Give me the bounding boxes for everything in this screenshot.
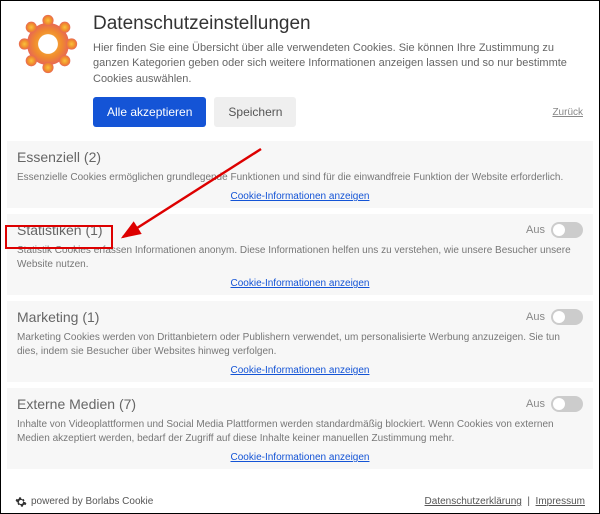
brand-logo (17, 13, 87, 127)
category-description: Statistik Cookies erfassen Informationen… (17, 244, 583, 272)
back-link[interactable]: Zurück (552, 107, 583, 118)
accept-all-button[interactable]: Alle akzeptieren (93, 97, 206, 127)
gear-small-icon (15, 496, 27, 511)
marketing-toggle[interactable] (551, 309, 583, 325)
category-title: Externe Medien (7) (17, 396, 136, 412)
statistics-toggle[interactable] (551, 222, 583, 238)
toggle-state-label: Aus (526, 224, 545, 236)
category-description: Marketing Cookies werden von Drittanbiet… (17, 331, 583, 359)
cookie-info-link[interactable]: Cookie-Informationen anzeigen (17, 278, 583, 289)
cookie-info-link[interactable]: Cookie-Informationen anzeigen (17, 452, 583, 463)
category-essential: Essenziell (2) Essenzielle Cookies ermög… (7, 141, 593, 208)
category-title: Statistiken (1) (17, 222, 103, 238)
cookie-info-link[interactable]: Cookie-Informationen anzeigen (17, 365, 583, 376)
external-media-toggle[interactable] (551, 396, 583, 412)
category-statistics: Statistiken (1) Aus Statistik Cookies er… (7, 214, 593, 295)
toggle-state-label: Aus (526, 398, 545, 410)
dialog-description: Hier finden Sie eine Übersicht über alle… (93, 41, 583, 87)
category-title: Essenziell (2) (17, 149, 101, 165)
dialog-title: Datenschutzeinstellungen (93, 13, 583, 35)
gear-icon (17, 13, 79, 75)
privacy-link[interactable]: Datenschutzerklärung (425, 496, 522, 507)
powered-by-label: powered by Borlabs Cookie (31, 496, 153, 507)
save-button[interactable]: Speichern (214, 97, 296, 127)
category-description: Essenzielle Cookies ermöglichen grundleg… (17, 171, 583, 185)
category-description: Inhalte von Videoplattformen und Social … (17, 418, 583, 446)
dialog-header: Datenschutzeinstellungen Hier finden Sie… (1, 1, 599, 135)
dialog-footer: powered by Borlabs Cookie Datenschutzerk… (1, 494, 599, 509)
category-list: Essenziell (2) Essenzielle Cookies ermög… (1, 141, 599, 469)
category-external-media: Externe Medien (7) Aus Inhalte von Video… (7, 388, 593, 469)
cookie-info-link[interactable]: Cookie-Informationen anzeigen (17, 191, 583, 202)
toggle-state-label: Aus (526, 311, 545, 323)
category-marketing: Marketing (1) Aus Marketing Cookies werd… (7, 301, 593, 382)
imprint-link[interactable]: Impressum (536, 496, 585, 507)
category-title: Marketing (1) (17, 309, 99, 325)
